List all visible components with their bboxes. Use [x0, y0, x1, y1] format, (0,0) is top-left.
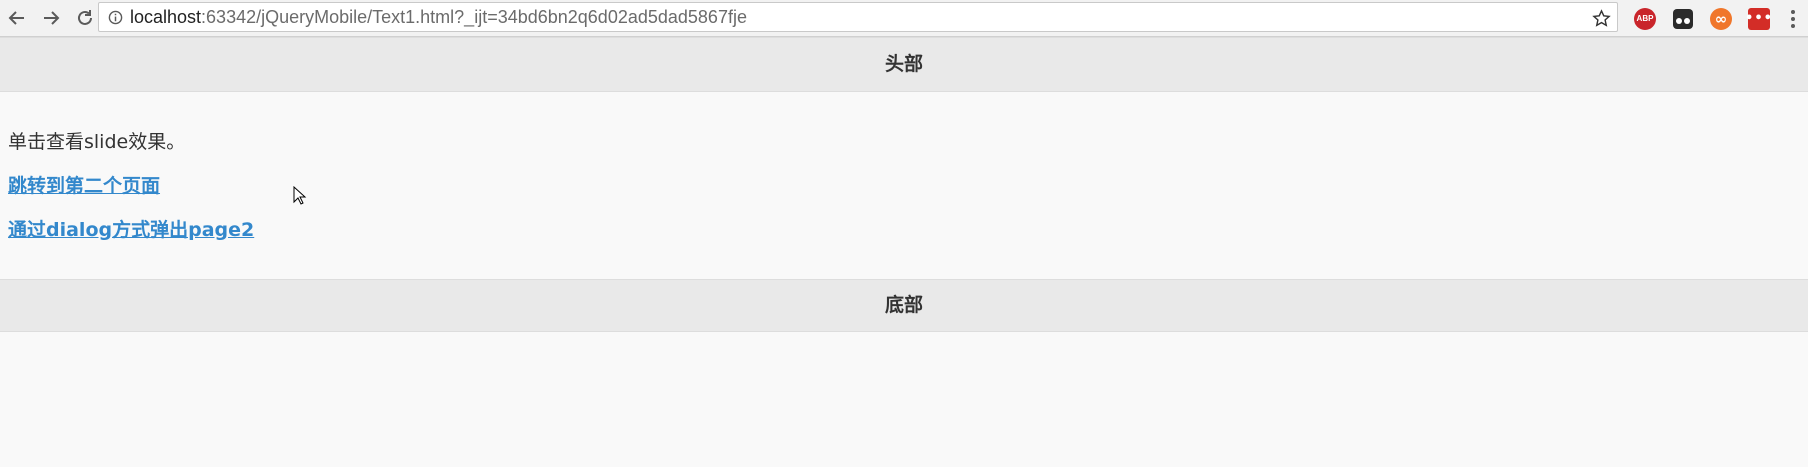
header-title: 头部 [884, 53, 923, 75]
bookmark-star-icon[interactable] [1591, 8, 1611, 28]
page-header: 头部 [0, 37, 1808, 92]
infinity-icon[interactable]: ∞ [1702, 0, 1740, 37]
forward-arrow-icon[interactable] [34, 0, 68, 37]
tampermonkey-icon[interactable] [1664, 0, 1702, 37]
footer-title: 底部 [884, 294, 923, 316]
info-icon[interactable] [107, 9, 123, 25]
url-text: localhost:63342/jQueryMobile/Text1.html?… [130, 7, 747, 28]
link-to-page2[interactable]: 跳转到第二个页面 [8, 174, 160, 198]
browser-toolbar: localhost:63342/jQueryMobile/Text1.html?… [0, 0, 1808, 37]
extensions-bar: ABP ∞ ••• [1626, 0, 1808, 37]
intro-text: 单击查看slide效果。 [8, 131, 186, 153]
url-path: :63342/jQueryMobile/Text1.html?_ijt=34bd… [201, 6, 747, 27]
page-content: 单击查看slide效果。 跳转到第二个页面 通过dialog方式弹出page2 [0, 92, 1808, 279]
reload-icon[interactable] [68, 0, 102, 37]
adblock-plus-icon[interactable]: ABP [1626, 0, 1664, 37]
address-bar[interactable]: localhost:63342/jQueryMobile/Text1.html?… [98, 2, 1618, 32]
back-arrow-icon[interactable] [0, 0, 34, 37]
link-dialog-page2[interactable]: 通过dialog方式弹出page2 [8, 218, 254, 242]
url-host: localhost [130, 6, 202, 27]
page-footer: 底部 [0, 279, 1808, 332]
lastpass-icon[interactable]: ••• [1740, 0, 1778, 37]
mouse-cursor-icon [293, 186, 307, 205]
browser-menu-icon[interactable] [1778, 0, 1808, 37]
